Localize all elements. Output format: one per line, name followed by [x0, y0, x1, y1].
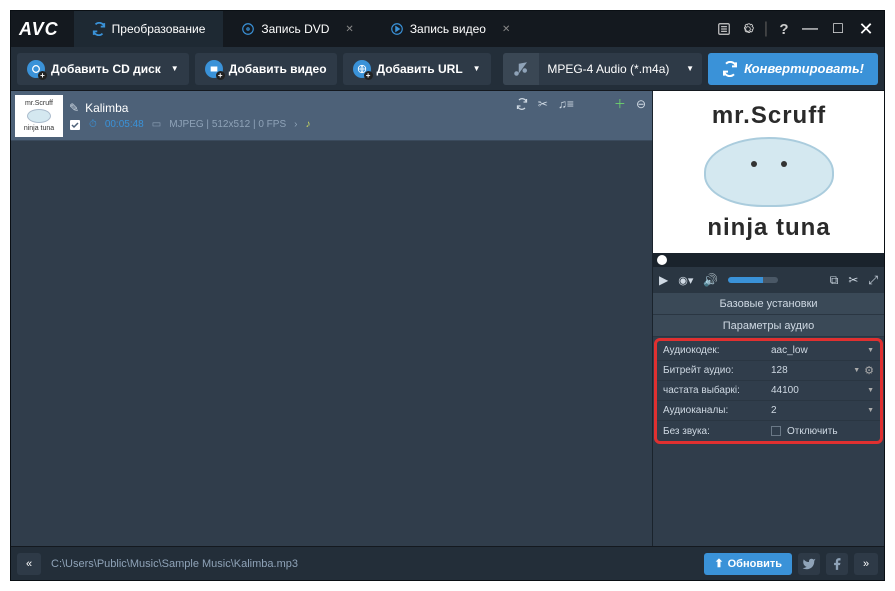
disc-icon: [241, 22, 255, 36]
refresh-item-icon[interactable]: [516, 98, 528, 110]
audio-params-header[interactable]: Параметры аудио: [653, 315, 884, 337]
statusbar: « C:\Users\Public\Music\Sample Music\Kal…: [11, 546, 884, 580]
mute-checkbox[interactable]: [771, 426, 781, 436]
minimize-button[interactable]: —: [800, 19, 820, 39]
tab-close-icon[interactable]: ✕: [345, 24, 353, 35]
seek-bar[interactable]: [653, 253, 884, 267]
audio-params-panel: Аудиокодек: aac_low ▼ Битрейт аудио: 128…: [654, 338, 883, 444]
album-character: [704, 137, 834, 207]
snapshot-button[interactable]: ◉▾: [678, 274, 693, 287]
app-logo: AVC: [19, 19, 59, 40]
add-url-button[interactable]: + Добавить URL ▼: [343, 53, 491, 85]
maximize-button[interactable]: □: [828, 19, 848, 39]
album-art: mr.Scruff ninja tuna: [653, 91, 884, 253]
tab-close-icon[interactable]: ✕: [502, 24, 510, 35]
gear-icon[interactable]: ⚙: [864, 364, 874, 377]
bitrate-select[interactable]: 128: [771, 365, 853, 376]
convert-button[interactable]: Конвертировать!: [708, 53, 878, 85]
settings-icon[interactable]: [740, 21, 756, 37]
globe-add-icon: +: [353, 60, 371, 78]
film-icon: ▭: [152, 119, 161, 130]
video-add-icon: +: [205, 60, 223, 78]
chevron-down-icon: ▼: [171, 64, 179, 73]
play-circle-icon: [390, 22, 404, 36]
twitter-button[interactable]: [798, 553, 820, 575]
file-item[interactable]: mr.Scruff ninja tuna ✎ Kalimba ⏱ 00:05:4…: [11, 91, 652, 141]
channels-select[interactable]: 2: [771, 405, 867, 416]
param-samplerate: частата выбаркі: 44100 ▼: [657, 381, 880, 401]
checkbox[interactable]: [69, 119, 81, 131]
music-icon: ♪: [305, 119, 310, 130]
tab-label: Запись DVD: [261, 22, 329, 36]
samplerate-select[interactable]: 44100: [771, 385, 867, 396]
collapse-left-button[interactable]: «: [17, 553, 41, 575]
chevron-down-icon: ▼: [678, 64, 702, 73]
play-button[interactable]: ▶: [659, 273, 668, 287]
refresh-icon: [92, 22, 106, 36]
cut-icon[interactable]: ✂: [538, 97, 548, 111]
playlist-icon[interactable]: ♫≡: [558, 97, 574, 111]
param-mute: Без звука: Отключить: [657, 421, 880, 441]
add-video-button[interactable]: + Добавить видео: [195, 53, 337, 85]
music-note-icon: [503, 53, 539, 85]
chevron-down-icon: ▼: [867, 407, 874, 414]
basic-settings-header[interactable]: Базовые установки: [653, 293, 884, 315]
chevron-down-icon: ▼: [867, 387, 874, 394]
param-codec: Аудиокодек: aac_low ▼: [657, 341, 880, 361]
chevron-down-icon: ▼: [853, 367, 860, 374]
edit-icon[interactable]: ✎: [69, 101, 79, 115]
chevron-down-icon: ▼: [867, 347, 874, 354]
tab-label: Преобразование: [112, 22, 206, 36]
app-window: AVC Преобразование Запись DVD ✕ Запись в…: [10, 10, 885, 581]
titlebar: AVC Преобразование Запись DVD ✕ Запись в…: [11, 11, 884, 47]
output-format-select[interactable]: MPEG-4 Audio (*.m4a) ▼: [503, 53, 703, 85]
chevron-right-icon: ›: [294, 119, 297, 130]
file-title: Kalimba: [85, 101, 128, 115]
update-button[interactable]: ⬆ Обновить: [704, 553, 792, 575]
toolbar: + Добавить CD диск ▼ + Добавить видео + …: [11, 47, 884, 91]
expand-icon[interactable]: ⤢: [868, 273, 878, 288]
cut-icon[interactable]: ✂: [848, 273, 858, 287]
popout-icon[interactable]: ⧉: [830, 273, 839, 288]
tab-convert[interactable]: Преобразование: [74, 11, 224, 47]
file-thumbnail: mr.Scruff ninja tuna: [15, 95, 63, 137]
param-bitrate: Битрейт аудио: 128 ▼ ⚙: [657, 361, 880, 381]
volume-icon[interactable]: 🔊: [703, 273, 718, 287]
output-path: C:\Users\Public\Music\Sample Music\Kalim…: [51, 558, 298, 570]
facebook-button[interactable]: [826, 553, 848, 575]
disc-add-icon: +: [27, 60, 45, 78]
volume-slider[interactable]: [728, 277, 778, 283]
tab-dvd[interactable]: Запись DVD ✕: [223, 11, 371, 47]
clock-icon: ⏱: [89, 119, 97, 130]
expand-right-button[interactable]: »: [854, 553, 878, 575]
help-icon[interactable]: ?: [776, 21, 792, 37]
tab-label: Запись видео: [410, 22, 486, 36]
sidebar: mr.Scruff ninja tuna ▶ ◉▾ 🔊 ⧉ ✂ ⤢ Базовы…: [652, 91, 884, 546]
chevron-down-icon: ▼: [473, 64, 481, 73]
param-channels: Аудиоканалы: 2 ▼: [657, 401, 880, 421]
list-icon[interactable]: [716, 21, 732, 37]
tab-record[interactable]: Запись видео ✕: [372, 11, 529, 47]
codec-select[interactable]: aac_low: [771, 345, 867, 356]
upload-icon: ⬆: [714, 557, 723, 570]
player-controls: ▶ ◉▾ 🔊 ⧉ ✂ ⤢: [653, 267, 884, 293]
file-duration: 00:05:48: [105, 119, 144, 130]
close-button[interactable]: ✕: [856, 19, 876, 39]
file-codec: MJPEG | 512x512 | 0 FPS: [169, 119, 286, 130]
convert-icon: [722, 61, 738, 77]
add-icon[interactable]: ＋: [614, 95, 626, 112]
main-area: mr.Scruff ninja tuna ✎ Kalimba ⏱ 00:05:4…: [11, 91, 884, 546]
remove-icon[interactable]: ⊖: [636, 97, 646, 111]
add-cd-button[interactable]: + Добавить CD диск ▼: [17, 53, 189, 85]
file-list: mr.Scruff ninja tuna ✎ Kalimba ⏱ 00:05:4…: [11, 91, 652, 546]
